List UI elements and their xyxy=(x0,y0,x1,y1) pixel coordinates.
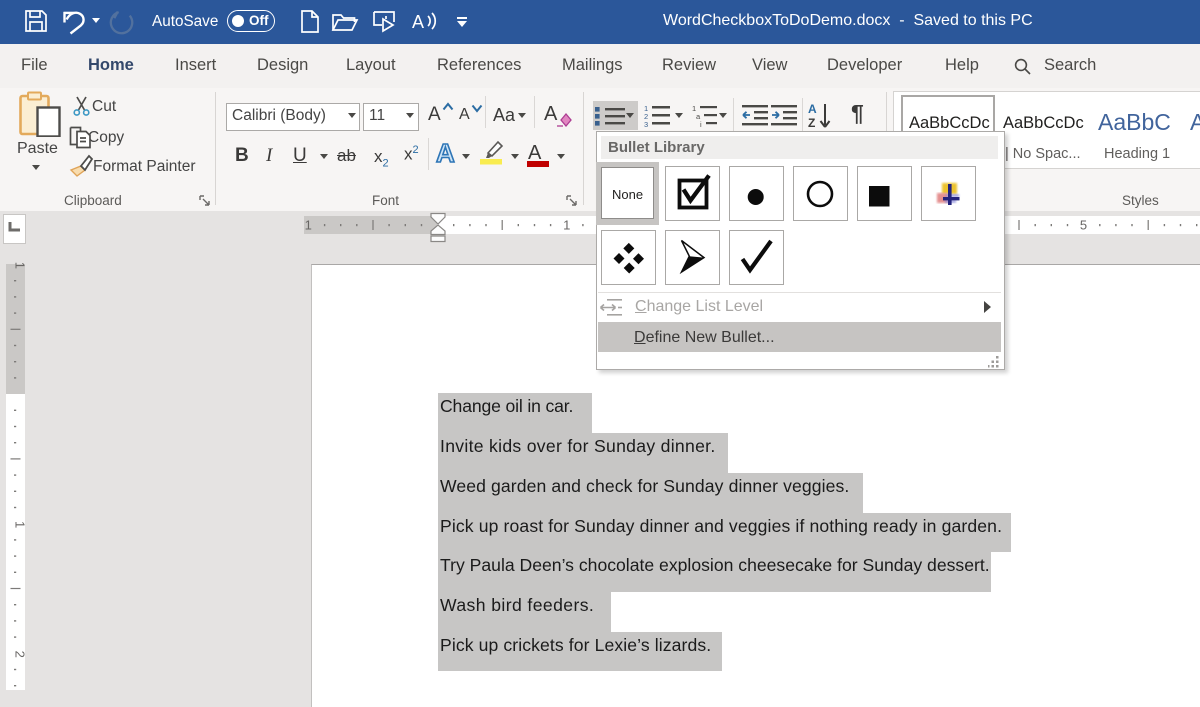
svg-text:1: 1 xyxy=(563,218,570,233)
svg-text:5: 5 xyxy=(1080,218,1087,233)
svg-text:Z: Z xyxy=(808,116,815,130)
svg-text:A: A xyxy=(436,140,455,166)
svg-text:i: i xyxy=(700,120,702,128)
svg-text:3: 3 xyxy=(644,120,648,128)
svg-text:A: A xyxy=(808,102,817,116)
svg-text:1: 1 xyxy=(13,521,28,528)
svg-text:1: 1 xyxy=(305,218,312,233)
svg-text:1: 1 xyxy=(13,262,28,269)
svg-text:2: 2 xyxy=(13,651,28,658)
svg-text:A: A xyxy=(412,12,424,32)
